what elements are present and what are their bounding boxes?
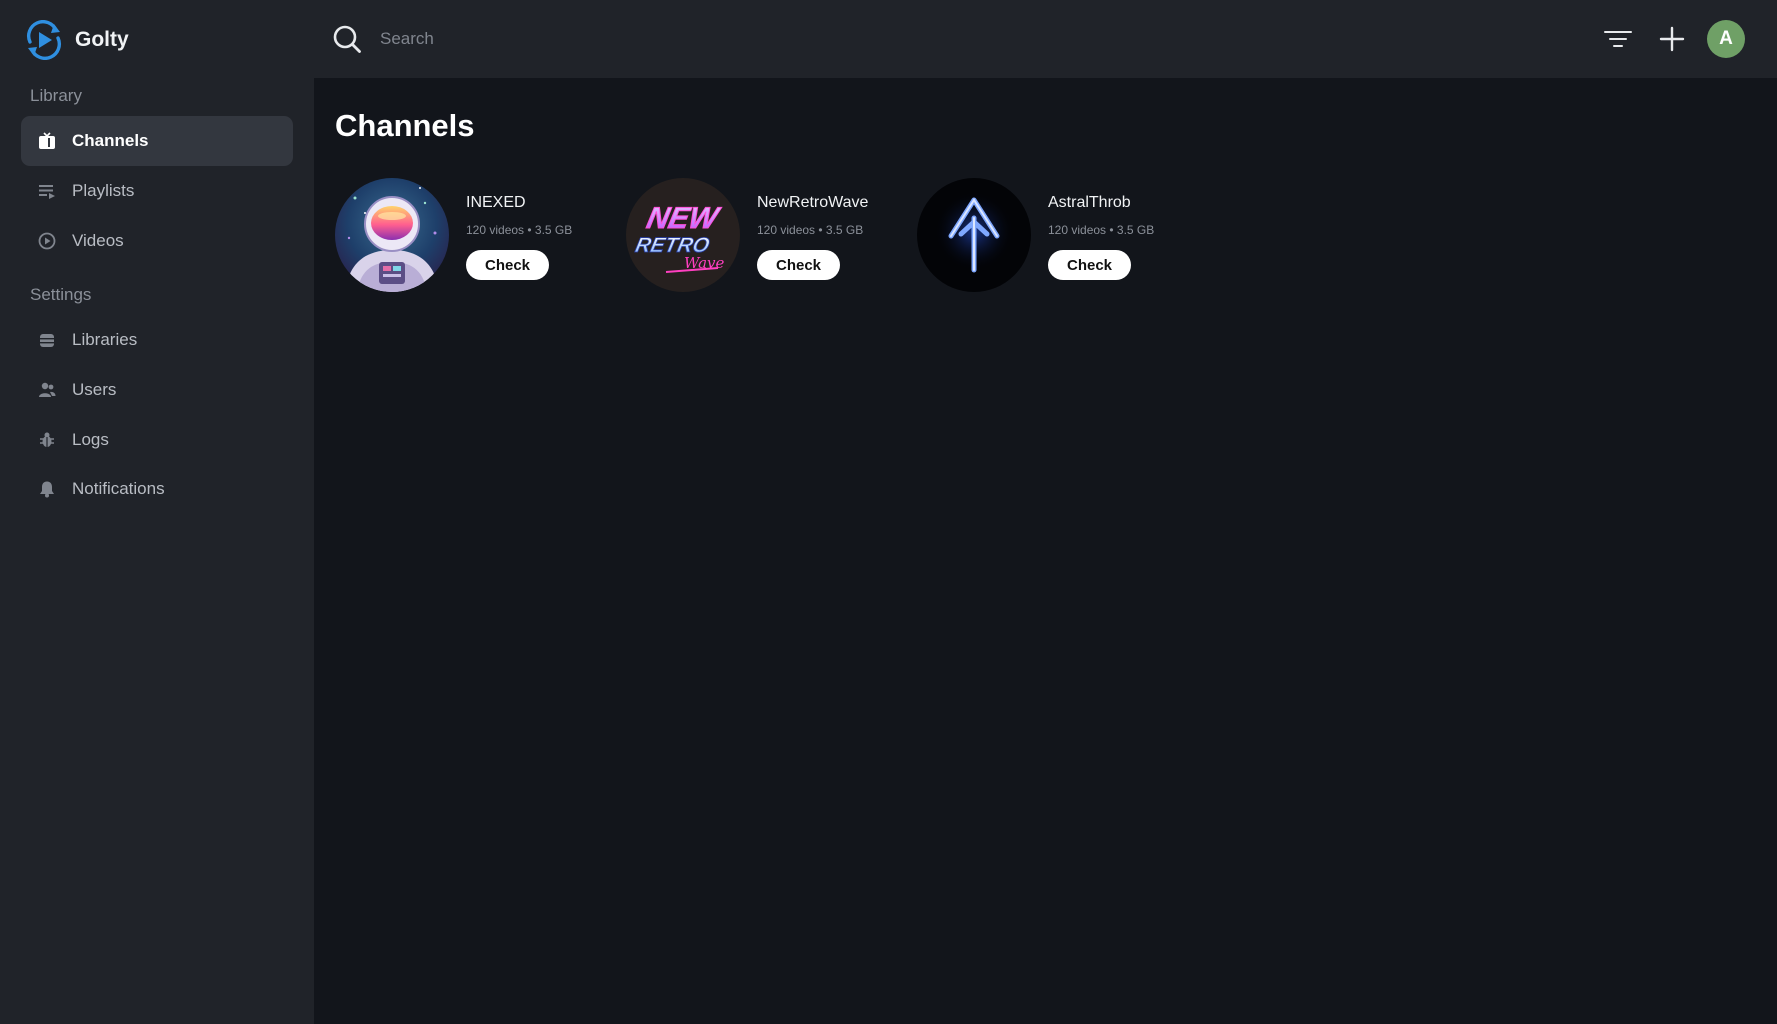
play-circle-icon xyxy=(37,231,57,251)
sidebar-item-playlists[interactable]: Playlists xyxy=(21,166,293,216)
sidebar-item-videos[interactable]: Videos xyxy=(21,216,293,266)
check-button[interactable]: Check xyxy=(757,250,840,280)
app-name: Golty xyxy=(75,28,129,51)
sidebar-item-logs[interactable]: Logs xyxy=(21,415,293,465)
channel-thumbnail-astralthrob[interactable] xyxy=(917,178,1031,292)
users-icon xyxy=(37,380,57,400)
bell-icon xyxy=(37,479,57,499)
tv-icon xyxy=(37,131,57,151)
check-button[interactable]: Check xyxy=(1048,250,1131,280)
sidebar-item-label: Playlists xyxy=(72,181,135,200)
channel-card: AstralThrob 120 videos • 3.5 GB Check xyxy=(917,178,1197,294)
search-icon[interactable] xyxy=(332,24,362,54)
sidebar-item-label: Users xyxy=(72,380,117,399)
filter-lines-icon xyxy=(1604,31,1632,47)
channel-thumbnail-inexed[interactable] xyxy=(335,178,449,292)
playlist-icon xyxy=(37,181,57,201)
channel-thumbnail-newretrowave[interactable]: NEW RETRO Wave xyxy=(626,178,740,292)
sidebar-item-users[interactable]: Users xyxy=(21,365,293,415)
avatar[interactable]: A xyxy=(1707,20,1745,58)
section-label-settings: Settings xyxy=(30,285,92,304)
sidebar: Golty Library Channels Playlists Videos … xyxy=(0,0,314,1024)
sidebar-item-label: Logs xyxy=(72,430,109,449)
channel-card: NEW RETRO Wave NewRetroWave 120 videos •… xyxy=(626,178,906,294)
filter-button[interactable] xyxy=(1599,20,1637,58)
sidebar-item-label: Channels xyxy=(72,131,149,150)
page-title: Channels xyxy=(335,108,475,143)
check-button[interactable]: Check xyxy=(466,250,549,280)
sidebar-item-libraries[interactable]: Libraries xyxy=(21,315,293,365)
app-root: Golty Library Channels Playlists Videos … xyxy=(0,0,1777,1024)
sidebar-item-label: Notifications xyxy=(72,479,165,498)
play-sync-logo-icon xyxy=(26,20,62,60)
channel-name[interactable]: INEXED xyxy=(466,194,526,212)
channel-meta: 120 videos • 3.5 GB xyxy=(757,223,864,237)
bug-icon xyxy=(37,430,57,450)
search-input[interactable] xyxy=(380,22,980,56)
plus-icon xyxy=(1659,26,1685,52)
channel-meta: 120 videos • 3.5 GB xyxy=(466,223,573,237)
sidebar-item-label: Videos xyxy=(72,231,124,250)
sidebar-item-notifications[interactable]: Notifications xyxy=(21,464,293,514)
sidebar-item-label: Libraries xyxy=(72,330,138,349)
sidebar-item-channels[interactable]: Channels xyxy=(21,116,293,166)
brand[interactable]: Golty xyxy=(24,20,129,60)
channel-meta: 120 videos • 3.5 GB xyxy=(1048,223,1155,237)
channel-card: INEXED 120 videos • 3.5 GB Check xyxy=(335,178,615,294)
section-label-library: Library xyxy=(30,86,82,105)
add-button[interactable] xyxy=(1653,20,1691,58)
nrw-line1: NEW xyxy=(644,202,723,235)
database-icon xyxy=(37,330,57,350)
topbar: A xyxy=(314,0,1777,78)
channel-name[interactable]: NewRetroWave xyxy=(757,194,868,212)
channel-name[interactable]: AstralThrob xyxy=(1048,194,1131,212)
